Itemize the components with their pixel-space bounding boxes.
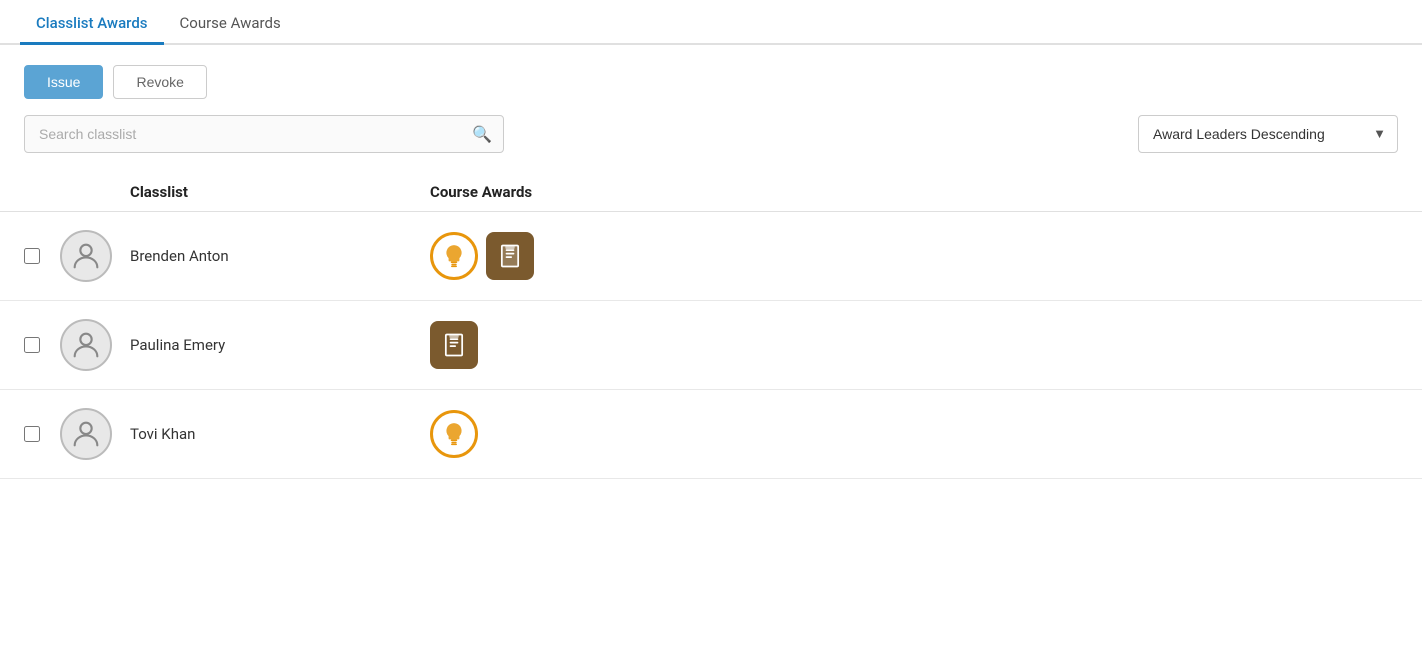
award-book-icon[interactable]	[430, 321, 478, 369]
avatar-paulina	[60, 319, 130, 371]
table-header: Classlist Course Awards	[0, 173, 1422, 212]
search-wrapper: 🔍	[24, 115, 504, 153]
row-checkbox-tovi[interactable]	[24, 426, 60, 442]
revoke-button[interactable]: Revoke	[113, 65, 206, 99]
row-checkbox-paulina[interactable]	[24, 337, 60, 353]
avatar-brenden	[60, 230, 130, 282]
awards-paulina	[430, 321, 1398, 369]
header-course-awards-label: Course Awards	[430, 183, 1398, 201]
avatar-tovi	[60, 408, 130, 460]
lightbulb-svg	[441, 243, 467, 269]
student-name-paulina: Paulina Emery	[130, 336, 430, 354]
tabs-bar: Classlist Awards Course Awards	[0, 0, 1422, 45]
award-book-icon[interactable]	[486, 232, 534, 280]
avatar-circle	[60, 319, 112, 371]
table-row: Paulina Emery	[0, 301, 1422, 390]
sort-wrapper: Award Leaders Descending Award Leaders A…	[1138, 115, 1398, 153]
student-name-brenden: Brenden Anton	[130, 247, 430, 265]
table-row: Tovi Khan	[0, 390, 1422, 479]
avatar-circle	[60, 408, 112, 460]
page-container: Classlist Awards Course Awards Issue Rev…	[0, 0, 1422, 667]
student-name-tovi: Tovi Khan	[130, 425, 430, 443]
awards-brenden	[430, 232, 1398, 280]
search-sort-row: 🔍 Award Leaders Descending Award Leaders…	[0, 115, 1422, 173]
checkbox-paulina[interactable]	[24, 337, 40, 353]
person-icon	[69, 328, 103, 362]
person-icon	[69, 239, 103, 273]
row-checkbox-brenden[interactable]	[24, 248, 60, 264]
award-lightbulb-icon[interactable]	[430, 232, 478, 280]
toolbar: Issue Revoke	[0, 45, 1422, 115]
issue-button[interactable]: Issue	[24, 65, 103, 99]
book-svg	[440, 331, 468, 359]
person-icon	[69, 417, 103, 451]
sort-select[interactable]: Award Leaders Descending Award Leaders A…	[1138, 115, 1398, 153]
tab-course-awards[interactable]: Course Awards	[164, 0, 297, 45]
tab-classlist-awards[interactable]: Classlist Awards	[20, 0, 164, 45]
checkbox-brenden[interactable]	[24, 248, 40, 264]
checkbox-tovi[interactable]	[24, 426, 40, 442]
search-input[interactable]	[24, 115, 504, 153]
header-classlist-label: Classlist	[130, 183, 430, 201]
table-row: Brenden Anton	[0, 212, 1422, 301]
book-svg	[496, 242, 524, 270]
lightbulb-svg	[441, 421, 467, 447]
award-lightbulb-icon[interactable]	[430, 410, 478, 458]
awards-tovi	[430, 410, 1398, 458]
avatar-circle	[60, 230, 112, 282]
